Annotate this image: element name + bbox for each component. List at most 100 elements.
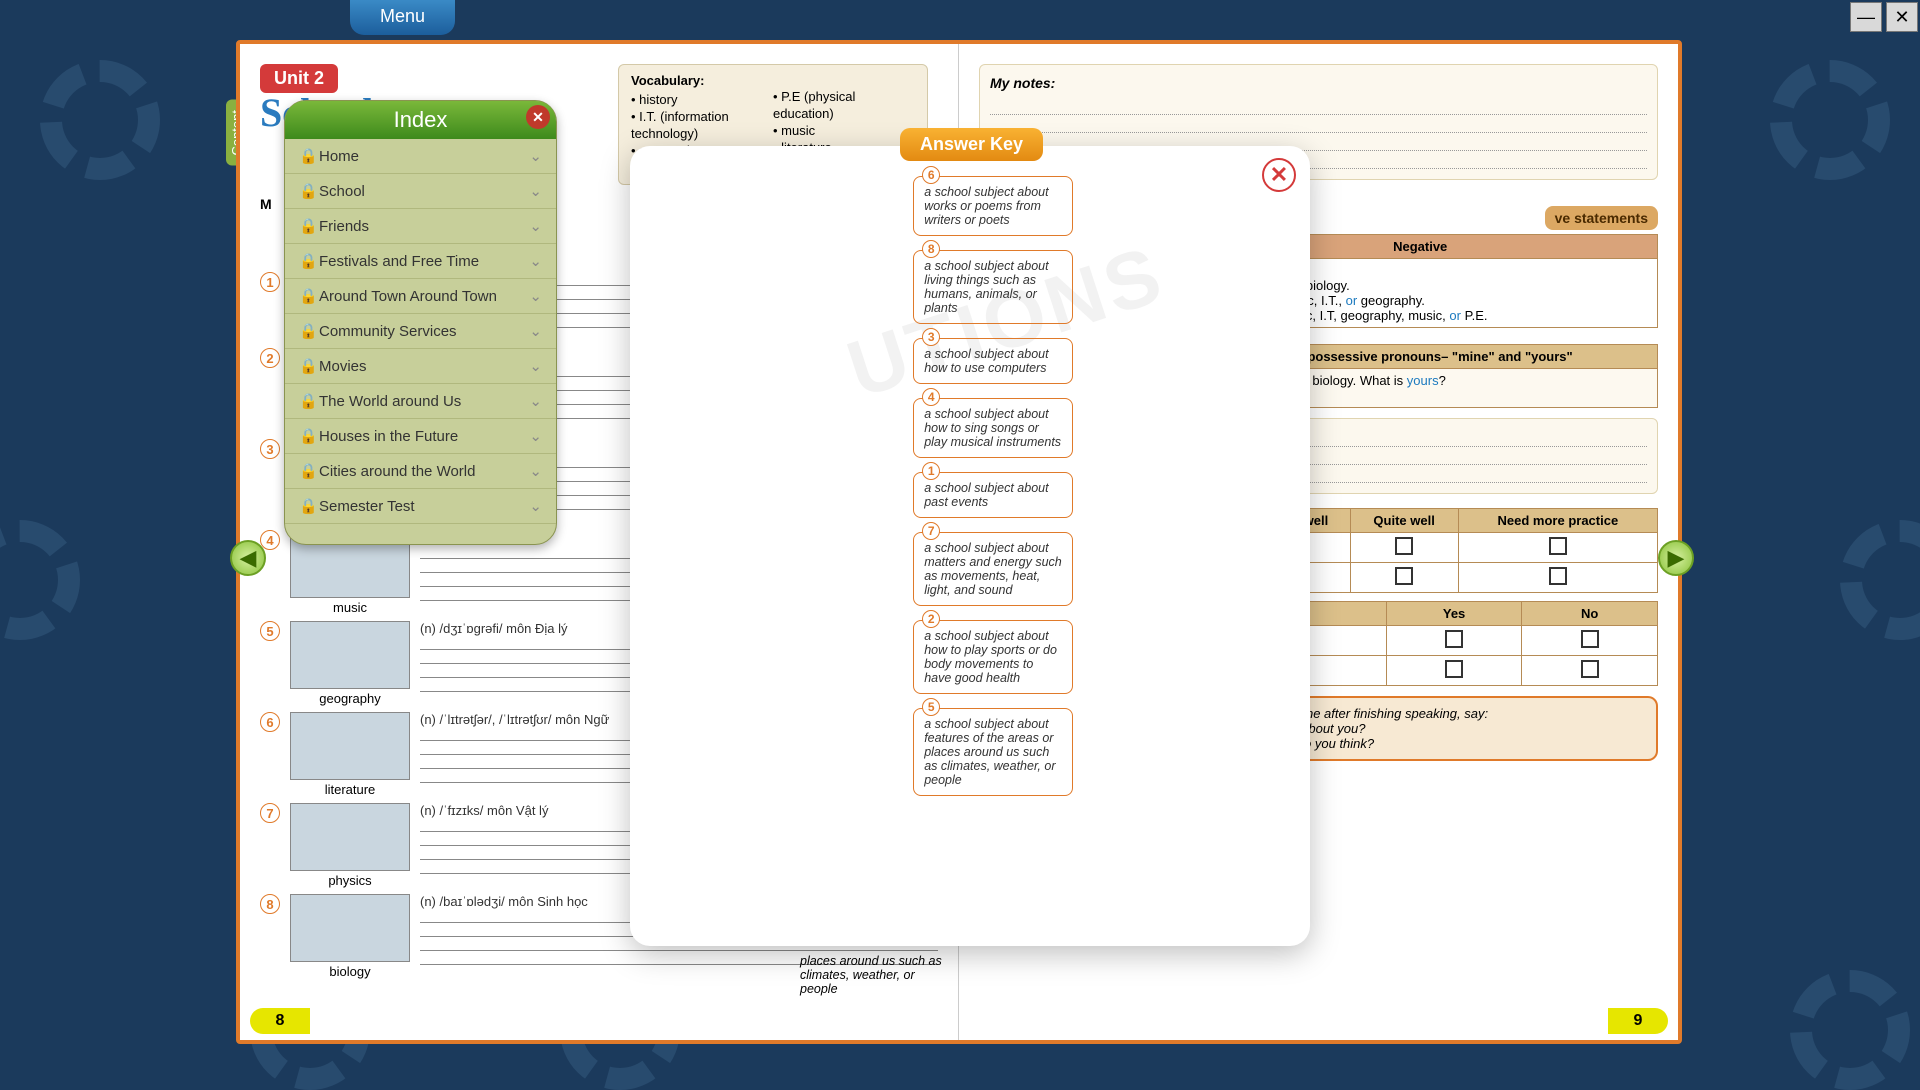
index-item-label: Houses in the Future [319, 428, 458, 445]
index-title: Index [394, 107, 448, 132]
chevron-down-icon: ⌄ [529, 322, 542, 340]
item-number: 2 [260, 348, 280, 368]
index-item[interactable]: 🔒School⌄ [285, 174, 556, 209]
chevron-down-icon: ⌄ [529, 392, 542, 410]
checkbox[interactable] [1395, 567, 1413, 585]
item-thumbnail [290, 803, 410, 871]
checkbox[interactable] [1549, 567, 1567, 585]
item-number: 3 [260, 439, 280, 459]
answer-number: 6 [922, 166, 940, 184]
answer-key-tab[interactable]: Answer Key [900, 128, 1043, 161]
answer-text: a school subject about how to play sport… [924, 629, 1057, 685]
answer-number: 7 [922, 522, 940, 540]
item-number: 8 [260, 894, 280, 914]
index-item[interactable]: 🔒 Home ⌄ [285, 139, 556, 174]
answer-card: 2a school subject about how to play spor… [913, 620, 1073, 694]
chevron-down-icon: ⌄ [529, 497, 542, 515]
minimize-button[interactable]: — [1850, 2, 1882, 32]
notes-header: My notes: [990, 75, 1647, 91]
index-item[interactable]: 🔒 Around Town Around Town ⌄ [285, 279, 556, 314]
index-item[interactable]: 🔒 Semester Test ⌄ [285, 489, 556, 524]
vocab-header: Vocabulary: [631, 73, 773, 90]
checkbox[interactable] [1581, 660, 1599, 678]
vocab-item: • history [631, 92, 773, 109]
index-header: Index ✕ [285, 101, 556, 139]
chevron-down-icon: ⌄ [529, 287, 542, 305]
answer-card: 7a school subject about matters and ener… [913, 532, 1073, 606]
item-number: 1 [260, 272, 280, 292]
answer-card: 6a school subject about works or poems f… [913, 176, 1073, 236]
answer-number: 5 [922, 698, 940, 716]
index-item[interactable]: 🔒Festivals and Free Time⌄ [285, 244, 556, 279]
item-number: 4 [260, 530, 280, 550]
index-item[interactable]: 🔒 The World around Us ⌄ [285, 384, 556, 419]
index-item-label: The World around Us [319, 393, 461, 410]
checkbox[interactable] [1445, 630, 1463, 648]
tail-text: places around us such as climates, weath… [800, 954, 950, 996]
checkbox[interactable] [1395, 537, 1413, 555]
window-controls: — ✕ [1850, 2, 1918, 32]
answer-number: 2 [922, 610, 940, 628]
answer-text: a school subject about works or poems fr… [924, 185, 1048, 227]
page-number-left: 8 [250, 1008, 310, 1034]
chevron-down-icon: ⌄ [529, 217, 542, 235]
index-item[interactable]: 🔒 Movies ⌄ [285, 349, 556, 384]
index-item-label: Semester Test [319, 498, 415, 515]
item-thumbnail [290, 894, 410, 962]
prev-page-button[interactable]: ◀ [230, 540, 266, 576]
answer-number: 8 [922, 240, 940, 258]
answer-text: a school subject about matters and energ… [924, 541, 1062, 597]
chevron-down-icon: ⌄ [529, 427, 542, 445]
item-thumbnail [290, 621, 410, 689]
checkbox[interactable] [1581, 630, 1599, 648]
answer-number: 1 [922, 462, 940, 480]
chevron-down-icon: ⌄ [529, 182, 542, 200]
close-window-button[interactable]: ✕ [1886, 2, 1918, 32]
index-item-label: Cities around the World [319, 463, 475, 480]
answer-card: 5a school subject about features of the … [913, 708, 1073, 796]
item-thumbnail [290, 712, 410, 780]
index-item-label: Friends [319, 218, 369, 235]
lock-icon: 🔒 [299, 147, 313, 165]
item-number: 6 [260, 712, 280, 732]
index-item[interactable]: 🔒Community Services⌄ [285, 314, 556, 349]
vocab-item: • music [773, 123, 915, 140]
index-item-label: Community Services [319, 323, 457, 340]
answer-number: 3 [922, 328, 940, 346]
answer-card: 4a school subject about how to sing song… [913, 398, 1073, 458]
index-item-label: Movies [319, 358, 367, 375]
index-item-label: School [319, 183, 365, 200]
item-label: literature [290, 782, 410, 797]
index-item[interactable]: 🔒Cities around the World⌄ [285, 454, 556, 489]
self-th: Quite well [1350, 509, 1458, 533]
index-item-label: Festivals and Free Time [319, 253, 479, 270]
index-item-label: Around Town Around Town [319, 288, 497, 305]
lock-icon: 🔒 [299, 497, 313, 515]
answer-card: 8a school subject about living things su… [913, 250, 1073, 324]
index-item[interactable]: 🔒Friends⌄ [285, 209, 556, 244]
answer-card: 1a school subject about past events [913, 472, 1073, 518]
item-number: 5 [260, 621, 280, 641]
lock-icon: 🔒 [299, 392, 313, 410]
self-th: Need more practice [1458, 509, 1657, 533]
chevron-down-icon: ⌄ [529, 147, 542, 165]
menu-tab[interactable]: Menu [350, 0, 455, 35]
index-popup: Index ✕ 🔒Home⌄🔒School⌄🔒Friends⌄🔒Festival… [284, 100, 557, 545]
index-item[interactable]: 🔒Houses in the Future⌄ [285, 419, 556, 454]
chevron-down-icon: ⌄ [529, 357, 542, 375]
grammar-heading: ve statements [1545, 206, 1658, 230]
lock-icon: 🔒 [299, 357, 313, 375]
checkbox[interactable] [1549, 537, 1567, 555]
answer-text: a school subject about how to sing songs… [924, 407, 1061, 449]
answer-text: a school subject about past events [924, 481, 1048, 509]
answer-text: a school subject about features of the a… [924, 717, 1055, 787]
lock-icon: 🔒 [299, 287, 313, 305]
next-page-button[interactable]: ▶ [1658, 540, 1694, 576]
checkbox[interactable] [1445, 660, 1463, 678]
item-label: biology [290, 964, 410, 979]
self-yn-th: No [1522, 602, 1658, 626]
index-close-button[interactable]: ✕ [526, 105, 550, 129]
lock-icon: 🔒 [299, 462, 313, 480]
index-item-label: Home [319, 148, 359, 165]
answer-card: 3a school subject about how to use compu… [913, 338, 1073, 384]
